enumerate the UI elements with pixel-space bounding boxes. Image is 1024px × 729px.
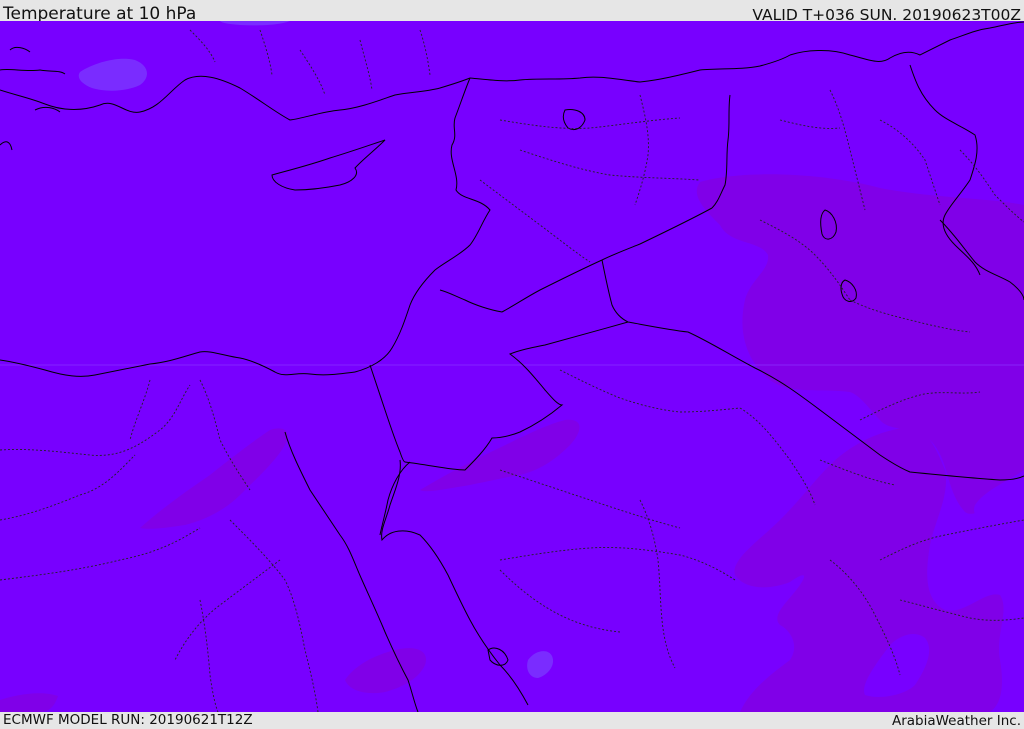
model-run-label: ECMWF MODEL RUN: 20190621T12Z	[3, 712, 253, 728]
map-header-bar: Temperature at 10 hPa VALID T+036 SUN. 2…	[0, 0, 1024, 24]
map-footer-bar: ECMWF MODEL RUN: 20190621T12Z ArabiaWeat…	[0, 712, 1024, 729]
map-canvas	[0, 21, 1024, 712]
weather-map[interactable]	[0, 21, 1024, 712]
brand-label: ArabiaWeather Inc.	[891, 713, 1021, 729]
